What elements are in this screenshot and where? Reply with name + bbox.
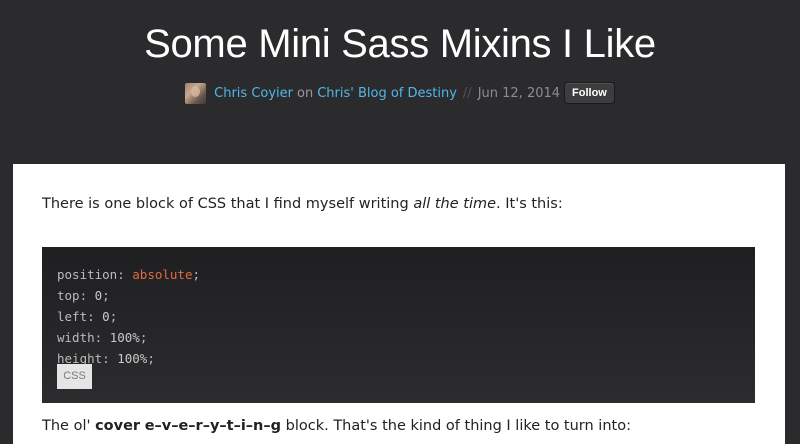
code-value: 100%	[117, 351, 148, 366]
code-block[interactable]: position: absolute; top: 0; left: 0; width:…	[42, 247, 755, 403]
code-semicolon: ;	[102, 288, 110, 303]
code-property: top	[57, 288, 80, 303]
code-line: width: 100%;	[57, 327, 740, 348]
code-property: width	[57, 330, 95, 345]
author-avatar[interactable]	[185, 82, 207, 104]
code-value: 0	[102, 309, 110, 324]
code-property: position	[57, 267, 118, 282]
article-body: There is one block of CSS that I find my…	[13, 164, 785, 444]
code-language-tag: CSS	[57, 364, 92, 389]
article-meta: Chris Coyier on Chris' Blog of Destiny /…	[0, 81, 800, 105]
on-text: on	[297, 85, 314, 101]
followup-paragraph: The ol' cover e–v–e–r–y–t–i–n–g block. T…	[42, 418, 631, 434]
code-colon: :	[94, 330, 110, 345]
intro-paragraph: There is one block of CSS that I find my…	[42, 196, 563, 212]
code-line: position: absolute;	[57, 264, 740, 285]
code-semicolon: ;	[139, 330, 148, 345]
code-colon: :	[79, 288, 95, 303]
follow-button[interactable]: Follow	[564, 82, 615, 104]
followup-text-end: block. That's the kind of thing I like t…	[281, 418, 631, 434]
article-header: Some Mini Sass Mixins I Like Chris Coyie…	[0, 0, 800, 164]
intro-emphasis: all the time	[413, 196, 497, 212]
code-semicolon: ;	[192, 267, 201, 282]
code-line: left: 0;	[57, 306, 740, 327]
code-value: absolute	[132, 267, 193, 282]
author-link[interactable]: Chris Coyier	[214, 86, 293, 101]
code-colon: :	[117, 267, 133, 282]
followup-text-start: The ol'	[42, 418, 96, 434]
followup-strong-everything: e–v–e–r–y–t–i–n–g	[144, 418, 282, 434]
meta-separator: //	[462, 85, 472, 101]
intro-text-end: . It's this:	[496, 196, 563, 212]
publish-date: Jun 12, 2014	[477, 85, 561, 101]
code-line: top: 0;	[57, 285, 740, 306]
code-property: left	[57, 309, 88, 324]
code-colon: :	[102, 351, 118, 366]
code-value: 100%	[109, 330, 140, 345]
blog-link[interactable]: Chris' Blog of Destiny	[317, 86, 457, 101]
code-semicolon: ;	[147, 351, 155, 366]
page-title: Some Mini Sass Mixins I Like	[144, 22, 656, 66]
code-lines: position: absolute; top: 0; left: 0; width:…	[57, 264, 740, 369]
code-colon: :	[87, 309, 103, 324]
followup-strong-cover: cover	[95, 418, 141, 434]
code-semicolon: ;	[109, 309, 118, 324]
intro-text-start: There is one block of CSS that I find my…	[42, 196, 414, 212]
code-line: height: 100%;	[57, 348, 740, 369]
